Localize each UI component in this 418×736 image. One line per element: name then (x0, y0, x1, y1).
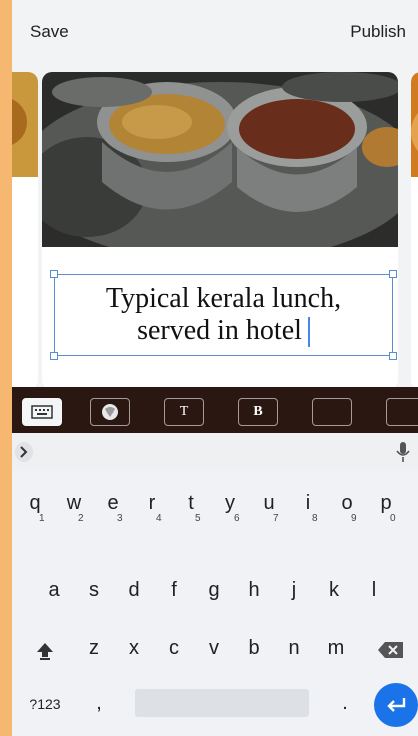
key-hint-8: 8 (312, 513, 318, 524)
resize-handle-bottom-left[interactable] (50, 352, 58, 360)
key-s[interactable]: s (85, 579, 103, 602)
period-key[interactable]: . (336, 692, 354, 715)
space-bar[interactable] (135, 689, 309, 717)
key-i[interactable]: i (299, 492, 317, 515)
food-photo (42, 72, 398, 247)
key-l[interactable]: l (365, 579, 383, 602)
key-hint-9: 9 (351, 513, 357, 524)
keyboard-icon (31, 405, 53, 419)
next-slide-photo (411, 72, 418, 247)
resize-handle-top-left[interactable] (50, 270, 58, 278)
key-k[interactable]: k (325, 579, 343, 602)
current-slide-card[interactable]: Typical kerala lunch, served in hotel (42, 72, 398, 390)
key-hint-4: 4 (156, 513, 162, 524)
key-r[interactable]: r (143, 492, 161, 515)
key-hint-7: 7 (273, 513, 279, 524)
key-u[interactable]: u (260, 492, 278, 515)
key-n[interactable]: n (285, 637, 303, 660)
publish-button[interactable]: Publish (350, 22, 406, 42)
keyboard-toggle-button[interactable] (22, 398, 62, 426)
previous-slide-card[interactable] (12, 72, 38, 390)
app-frame: Save Publish Typical kerala lunch, serve… (12, 0, 418, 736)
suggestion-strip (12, 433, 418, 471)
save-button[interactable]: Save (30, 22, 69, 42)
wikipedia-icon (102, 404, 118, 420)
top-bar: Save Publish (12, 0, 418, 62)
text-cursor (307, 317, 310, 348)
comma-key[interactable]: , (90, 692, 108, 715)
key-g[interactable]: g (205, 579, 223, 602)
key-hint-2: 2 (78, 513, 84, 524)
format-button-empty-2[interactable] (386, 398, 418, 426)
key-e[interactable]: e (104, 492, 122, 515)
key-p[interactable]: p (377, 492, 395, 515)
key-x[interactable]: x (125, 637, 143, 660)
key-q[interactable]: q (26, 492, 44, 515)
key-t[interactable]: t (182, 492, 200, 515)
key-c[interactable]: c (165, 637, 183, 660)
key-b[interactable]: b (245, 637, 263, 660)
key-a[interactable]: a (45, 579, 63, 602)
story-canvas: Typical kerala lunch, served in hotel (12, 62, 418, 390)
key-hint-5: 5 (195, 513, 201, 524)
key-w[interactable]: w (65, 492, 83, 515)
key-o[interactable]: o (338, 492, 356, 515)
enter-icon (387, 698, 406, 712)
key-m[interactable]: m (325, 637, 347, 660)
resize-handle-bottom-right[interactable] (389, 352, 397, 360)
previous-slide-photo (12, 72, 38, 247)
key-hint-1: 1 (39, 513, 45, 524)
backspace-icon[interactable] (377, 640, 405, 660)
enter-button[interactable] (374, 683, 418, 727)
caption-line-1: Typical kerala lunch, (105, 282, 342, 314)
caption-text-box[interactable]: Typical kerala lunch, served in hotel (54, 274, 393, 356)
key-v[interactable]: v (205, 637, 223, 660)
next-slide-card[interactable] (411, 72, 418, 390)
bold-button[interactable]: B (238, 398, 278, 426)
text-style-button[interactable]: T (164, 398, 204, 426)
shift-icon[interactable] (35, 640, 55, 660)
key-f[interactable]: f (165, 579, 183, 602)
key-j[interactable]: j (285, 579, 303, 602)
key-hint-0: 0 (390, 513, 396, 524)
symbols-key[interactable]: ?123 (20, 696, 70, 712)
key-hint-6: 6 (234, 513, 240, 524)
wikipedia-button[interactable] (90, 398, 130, 426)
microphone-icon[interactable] (395, 441, 411, 463)
key-y[interactable]: y (221, 492, 239, 515)
key-d[interactable]: d (125, 579, 143, 602)
resize-handle-top-right[interactable] (389, 270, 397, 278)
key-h[interactable]: h (245, 579, 263, 602)
chevron-right-icon[interactable] (15, 442, 33, 462)
key-z[interactable]: z (85, 637, 103, 660)
soft-keyboard: q w e r t y u i o p 1 2 3 4 5 6 7 8 9 0 … (12, 471, 418, 736)
key-hint-3: 3 (117, 513, 123, 524)
caption-line-2: served in hotel (137, 314, 302, 346)
format-button-empty-1[interactable] (312, 398, 352, 426)
